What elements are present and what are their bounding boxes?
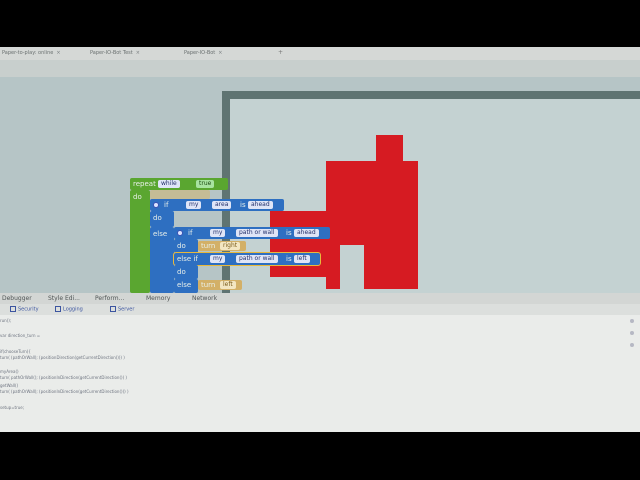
close-icon[interactable]: ×: [56, 50, 60, 56]
do-label: do: [153, 214, 162, 222]
filter-label: Server: [118, 306, 135, 313]
else-if-keyword: else if: [177, 255, 198, 263]
value-dropdown[interactable]: left: [294, 255, 310, 263]
tab-label: Paper-IO-Bot: [184, 50, 216, 56]
turn-keyword: turn: [201, 242, 216, 250]
close-icon[interactable]: ×: [218, 50, 222, 56]
console-line: if(chooseTurn){: [0, 349, 31, 354]
repeat-keyword: repeat: [133, 180, 156, 188]
turn-direction-dropdown[interactable]: left: [220, 281, 236, 289]
monitor-screen: Paper-to-play: online × Paper-IO-Bot Test…: [0, 47, 640, 432]
value-dropdown[interactable]: ahead: [294, 229, 319, 237]
gear-icon[interactable]: [153, 202, 159, 208]
op-keyword: is: [240, 201, 246, 209]
browser-toolbar: [0, 60, 640, 77]
if-else-column: else: [150, 227, 174, 293]
turn-direction-dropdown[interactable]: right: [220, 242, 241, 250]
else-if-header[interactable]: else if my path or wall is left: [173, 252, 321, 266]
console-line: setup=true;: [0, 405, 25, 410]
repeat-block-body: do: [130, 190, 150, 293]
console-line: getWall(): [0, 383, 19, 388]
filter-label: Security: [18, 306, 39, 313]
devtools-tabs: Debugger Style Edi... Perform... Memory …: [0, 293, 640, 304]
tab-style-editor[interactable]: Style Edi...: [48, 295, 80, 302]
new-tab-button[interactable]: +: [278, 49, 283, 56]
inner-if-header[interactable]: if my path or wall is ahead: [174, 227, 330, 239]
turn-left-block[interactable]: turn left: [198, 280, 242, 290]
if-keyword: if: [188, 229, 193, 237]
tab-label: Paper-IO-Bot Test: [90, 50, 133, 56]
devtools-filter-bar: Security Logging Server: [0, 304, 640, 315]
turn-right-block[interactable]: turn right: [198, 241, 246, 251]
turn-keyword: turn: [201, 281, 216, 289]
object-dropdown[interactable]: area: [212, 201, 232, 209]
console-line: var direction_turn =: [0, 333, 41, 338]
object-dropdown[interactable]: path or wall: [236, 255, 278, 263]
browser-tab[interactable]: Paper-to-play: online ×: [2, 49, 61, 58]
repeat-block-header[interactable]: repeat while true: [130, 178, 228, 190]
do-label: do: [177, 268, 186, 276]
if-do-row: do: [150, 211, 174, 227]
if-keyword: if: [164, 201, 169, 209]
op-keyword: is: [286, 229, 292, 237]
do-label: do: [177, 242, 186, 250]
console-line: run();: [0, 318, 12, 323]
filter-server[interactable]: Server: [110, 306, 134, 313]
territory-gap: [340, 245, 364, 289]
else-label: else: [153, 230, 168, 238]
filter-label: Logging: [63, 306, 83, 313]
subject-dropdown[interactable]: my: [210, 229, 226, 237]
devtools-panel: Debugger Style Edi... Perform... Memory …: [0, 293, 640, 432]
app-workspace: repeat while true do if my area is ahead…: [0, 77, 640, 293]
else-if-do-row: do: [174, 265, 198, 279]
object-dropdown[interactable]: path or wall: [236, 229, 278, 237]
tab-memory[interactable]: Memory: [146, 295, 170, 302]
filter-security[interactable]: Security: [10, 306, 39, 313]
tab-label: Paper-to-play: online: [2, 50, 54, 56]
console-line: turn( (pathOrWall); (positionInDirection…: [0, 389, 129, 394]
console-line: turn( (pathOrWall); (positionDirection(g…: [0, 355, 125, 360]
close-icon[interactable]: ×: [136, 50, 140, 56]
value-dropdown[interactable]: ahead: [248, 201, 273, 209]
repeat-mode-dropdown[interactable]: while: [158, 180, 180, 188]
tab-debugger[interactable]: Debugger: [2, 295, 32, 302]
repeat-do-label: do: [133, 193, 142, 201]
gear-icon[interactable]: [177, 230, 183, 236]
subject-dropdown[interactable]: my: [186, 201, 202, 209]
if-block-header[interactable]: if my area is ahead: [150, 199, 284, 211]
console-line: myArea(): [0, 369, 19, 374]
op-keyword: is: [286, 255, 292, 263]
repeat-condition[interactable]: true: [196, 180, 215, 188]
inner-do-row: do: [174, 239, 198, 253]
territory-block: [270, 211, 340, 277]
final-else-row: else: [174, 279, 198, 293]
console-line: turn( pathOrWall(); (positionInDirection…: [0, 375, 127, 380]
repeat-note: [150, 190, 210, 199]
browser-tab[interactable]: Paper-IO-Bot Test ×: [90, 49, 140, 58]
browser-tab[interactable]: Paper-IO-Bot ×: [184, 49, 222, 58]
else-label: else: [177, 281, 192, 289]
subject-dropdown[interactable]: my: [210, 255, 226, 263]
console-scroll-markers: [598, 319, 634, 359]
browser-tab-bar: Paper-to-play: online × Paper-IO-Bot Test…: [0, 47, 640, 60]
filter-logging[interactable]: Logging: [55, 306, 83, 313]
tab-performance[interactable]: Perform...: [95, 295, 124, 302]
tab-network[interactable]: Network: [192, 295, 217, 302]
